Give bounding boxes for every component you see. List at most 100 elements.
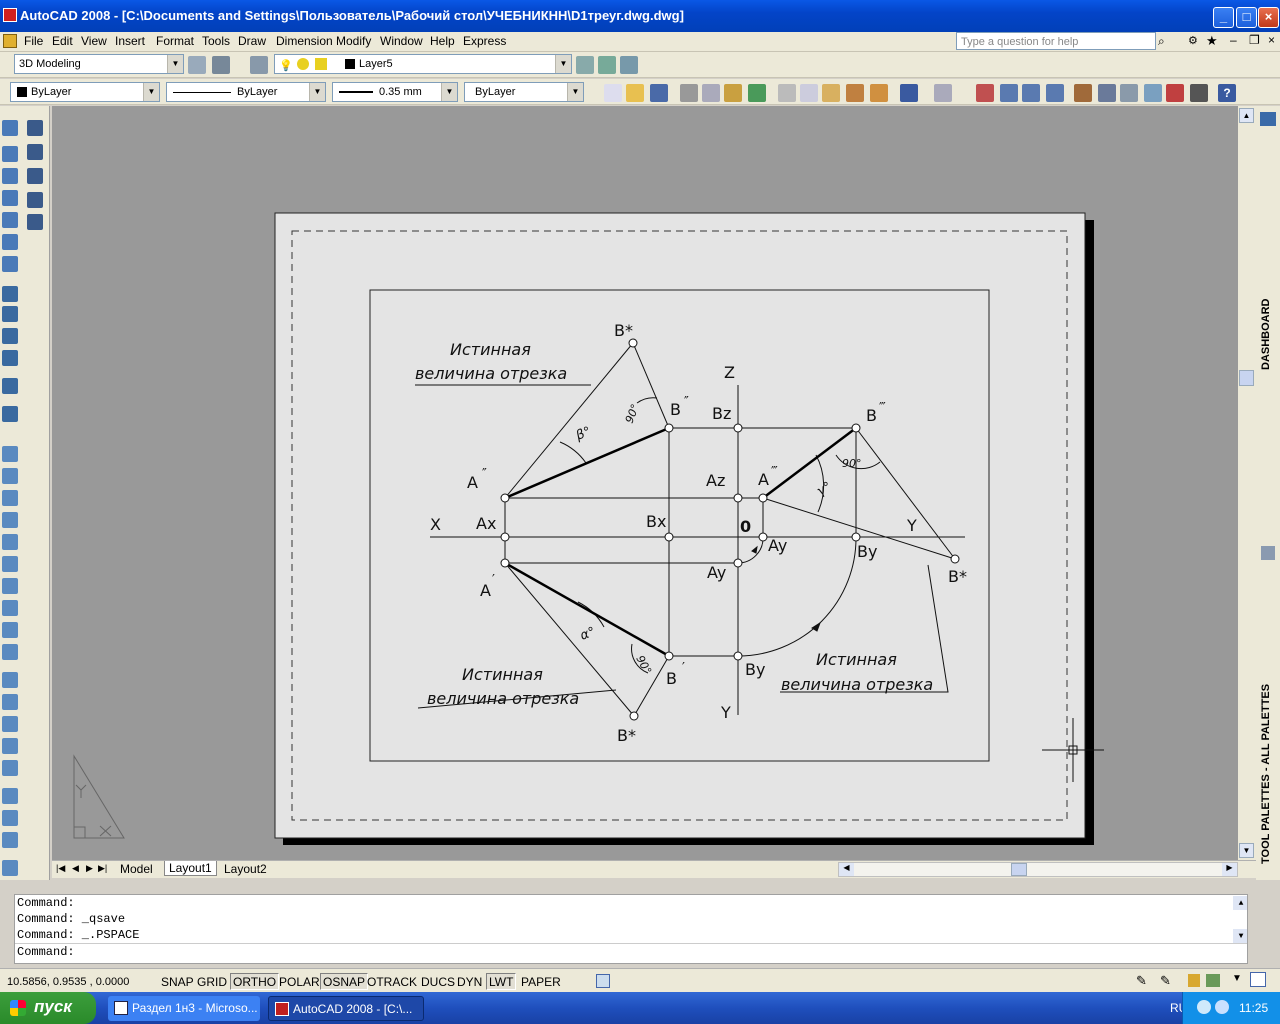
favorites-star-icon[interactable]: ★	[1206, 33, 1218, 49]
box-icon[interactable]	[2, 468, 18, 484]
ne-iso-icon[interactable]	[2, 256, 18, 272]
communication-center-icon[interactable]: ⚙	[1188, 34, 1198, 47]
3d-dwf-icon[interactable]	[748, 84, 766, 102]
planar-surface-icon[interactable]	[2, 644, 18, 660]
pan-icon[interactable]	[976, 84, 994, 102]
menu-tools[interactable]: Tools	[202, 34, 230, 48]
copy-icon[interactable]	[800, 84, 818, 102]
command-scroll-down[interactable]: ▼	[1233, 929, 1247, 943]
maximize-button[interactable]: □	[1236, 7, 1257, 28]
status-toggle-grid[interactable]: GRID	[194, 973, 230, 990]
cut-icon[interactable]	[778, 84, 796, 102]
scroll-up-button[interactable]: ▲	[1239, 108, 1254, 123]
tool-palettes-icon[interactable]	[1261, 546, 1275, 560]
intersect-icon[interactable]	[2, 832, 18, 848]
workspace-select[interactable]: 3D Modeling ▼	[14, 54, 184, 74]
pyramid-icon[interactable]	[2, 600, 18, 616]
extrude-icon[interactable]	[2, 672, 18, 688]
status-toggle-lwt[interactable]: LWT	[486, 973, 517, 990]
start-button[interactable]: пуск	[0, 992, 96, 1024]
status-toggle-paper[interactable]: PAPER	[518, 973, 564, 990]
tab-layout1[interactable]: Layout1	[164, 861, 217, 876]
menu-format[interactable]: Format	[156, 34, 194, 48]
layer-select[interactable]: 💡 Layer5 ▼	[274, 54, 572, 74]
torus-icon[interactable]	[2, 578, 18, 594]
layout-viewport-icon[interactable]	[596, 974, 610, 988]
command-input[interactable]: Command:	[15, 943, 1247, 959]
tool-palettes-icon[interactable]	[1120, 84, 1138, 102]
loft-icon[interactable]	[2, 760, 18, 776]
menu-edit[interactable]: Edit	[52, 34, 73, 48]
last-tab-button[interactable]: ▶|	[98, 863, 107, 874]
status-toggle-polar[interactable]: POLAR	[276, 973, 323, 990]
helix-icon[interactable]	[2, 622, 18, 638]
doc-close-button[interactable]: ×	[1268, 33, 1275, 47]
linetype-select[interactable]: ByLayer ▼	[166, 82, 326, 102]
tab-layout2[interactable]: Layout2	[224, 862, 267, 876]
coordinate-display[interactable]: 10.5856, 0.9535 , 0.0000	[4, 973, 154, 990]
layer-manager-icon[interactable]	[250, 56, 268, 74]
annotation-icon[interactable]: ✎	[1160, 973, 1171, 989]
polysolid-icon[interactable]	[2, 446, 18, 462]
menu-file[interactable]: File	[24, 34, 43, 48]
next-tab-button[interactable]: ▶	[86, 863, 93, 874]
box-view-icon[interactable]	[2, 146, 18, 162]
status-toggle-ducs[interactable]: DUCS	[418, 973, 458, 990]
save-icon[interactable]	[650, 84, 668, 102]
hscroll-right-button[interactable]: ▶	[1222, 863, 1237, 876]
presspull-icon[interactable]	[2, 694, 18, 710]
tab-model[interactable]: Model	[120, 862, 153, 876]
close-button[interactable]: ×	[1258, 7, 1279, 28]
paste-icon[interactable]	[822, 84, 840, 102]
tray-back-icon[interactable]	[1197, 1000, 1211, 1014]
task-word[interactable]: Раздел 1н3 - Microso...	[108, 996, 260, 1021]
command-window[interactable]: Command: Command: _qsave Command: _.PSPA…	[14, 894, 1248, 964]
dim-icon[interactable]	[27, 144, 43, 160]
menu-window[interactable]: Window	[380, 34, 423, 48]
minimize-button[interactable]: _	[1213, 7, 1234, 28]
side-view-icon[interactable]	[2, 190, 18, 206]
table-icon[interactable]	[27, 214, 43, 230]
zoom-previous-icon[interactable]	[1046, 84, 1064, 102]
hscroll-left-button[interactable]: ◀	[839, 863, 854, 876]
union-icon[interactable]	[2, 788, 18, 804]
match-properties-icon[interactable]	[846, 84, 864, 102]
help-icon[interactable]: ?	[1218, 84, 1236, 102]
drawing-canvas[interactable]: B* B ″ A ″ Bz Z B ‴ A ‴ Az X Ax Bx 0 Y A…	[52, 106, 1238, 860]
search-icon[interactable]: ⌕	[1158, 34, 1165, 49]
first-tab-button[interactable]: |◀	[56, 863, 65, 874]
layer-states-icon[interactable]	[620, 56, 638, 74]
dim-2-icon[interactable]	[27, 168, 43, 184]
dashboard-tab[interactable]: DASHBOARD	[1260, 299, 1276, 371]
zoom-window-icon[interactable]	[1022, 84, 1040, 102]
menu-express[interactable]: Express	[463, 34, 506, 48]
tray-app-icon[interactable]	[1215, 1000, 1229, 1014]
tool-palettes-tab[interactable]: TOOL PALETTES - ALL PALETTES	[1260, 684, 1276, 865]
menu-dimension[interactable]: Dimension	[276, 34, 333, 48]
clean-screen-icon[interactable]	[1250, 972, 1266, 987]
redo-icon[interactable]	[934, 84, 952, 102]
menu-view[interactable]: View	[81, 34, 107, 48]
qnew-icon[interactable]	[604, 84, 622, 102]
scroll-down-button[interactable]: ▼	[1239, 843, 1254, 858]
design-center-icon[interactable]	[1098, 84, 1116, 102]
my-workspace-icon[interactable]	[212, 56, 230, 74]
prev-tab-button[interactable]: ◀	[72, 863, 79, 874]
status-toggle-osnap[interactable]: OSNAP	[320, 973, 369, 990]
calculator-icon[interactable]	[1190, 84, 1208, 102]
scroll-thumb[interactable]	[1239, 370, 1254, 386]
dashboard-icon[interactable]	[1260, 112, 1276, 126]
doc-minimize-button[interactable]: –	[1230, 33, 1237, 47]
visual-style-3-icon[interactable]	[2, 328, 18, 344]
menu-draw[interactable]: Draw	[238, 34, 266, 48]
color-select[interactable]: ByLayer ▼	[10, 82, 160, 102]
sweep-icon[interactable]	[2, 716, 18, 732]
undo-icon[interactable]	[900, 84, 918, 102]
cone-icon[interactable]	[2, 512, 18, 528]
status-menu-icon[interactable]: ▼	[1232, 973, 1242, 984]
publish-icon[interactable]	[724, 84, 742, 102]
plotstyle-select[interactable]: ByLayer ▼	[464, 82, 584, 102]
menu-help[interactable]: Help	[430, 34, 455, 48]
orbit-icon[interactable]	[2, 406, 18, 422]
document-icon[interactable]	[3, 34, 17, 48]
